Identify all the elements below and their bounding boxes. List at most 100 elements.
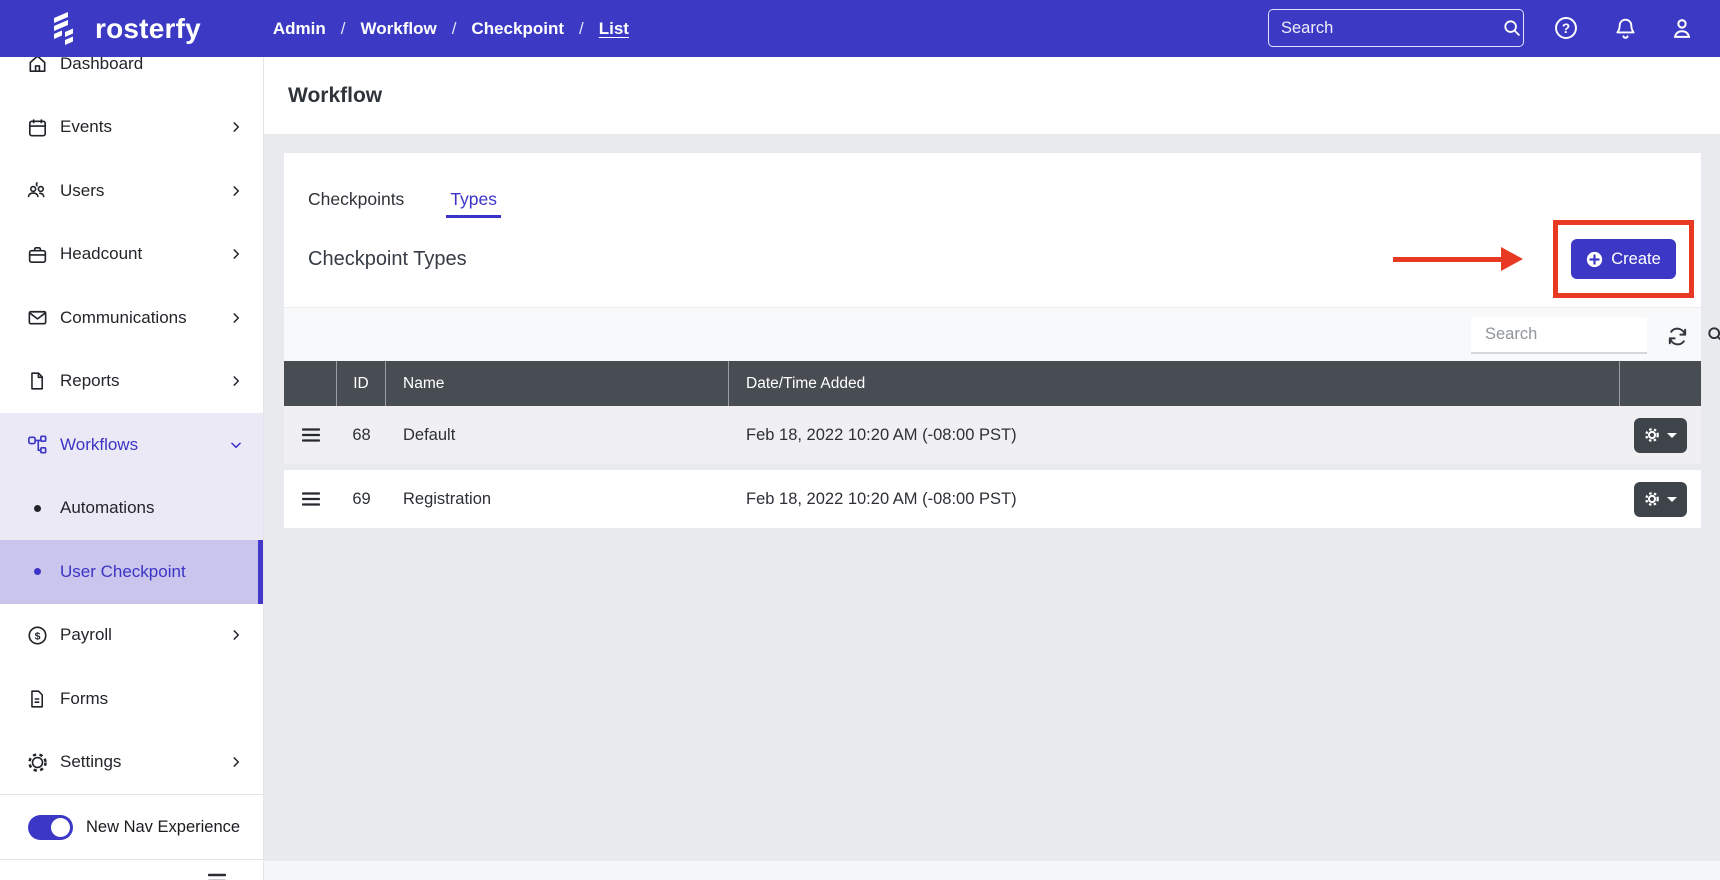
tab-checkpoints[interactable]: Checkpoints: [308, 189, 404, 210]
create-button-label: Create: [1611, 249, 1661, 268]
users-group-icon: [25, 179, 49, 203]
annotation-arrow: [1393, 245, 1523, 275]
gear-icon: [25, 750, 49, 774]
checkpoint-types-table: ID Name Date/Time Added 68 Default Feb 1…: [284, 361, 1701, 528]
table-row: 68 Default Feb 18, 2022 10:20 AM (-08:00…: [284, 406, 1701, 464]
sidebar-item-reports[interactable]: Reports: [0, 350, 263, 414]
breadcrumb-separator: /: [578, 18, 584, 38]
bullet-icon: [25, 496, 49, 520]
caret-down-icon: [1667, 496, 1677, 502]
cell-id: 68: [352, 425, 371, 444]
calendar-icon: [25, 115, 49, 139]
global-search-input[interactable]: [1281, 18, 1501, 38]
chevron-right-icon: [229, 374, 243, 388]
sidebar-item-label: Automations: [60, 498, 155, 518]
drag-handle-icon[interactable]: [301, 492, 320, 506]
breadcrumb-workflow[interactable]: Workflow: [361, 19, 437, 39]
breadcrumb-list[interactable]: List: [599, 19, 629, 39]
sidebar-item-label: Reports: [60, 371, 120, 391]
rosterfy-logo[interactable]: rosterfy: [52, 11, 201, 46]
new-nav-experience-row: New Nav Experience: [0, 794, 263, 860]
chevron-right-icon: [229, 184, 243, 198]
plus-circle-icon: [1586, 251, 1603, 268]
sidebar-item-settings[interactable]: Settings: [0, 731, 263, 795]
document-icon: [25, 369, 49, 393]
sidebar-item-workflows[interactable]: Workflows: [0, 413, 263, 477]
sidebar-item-communications[interactable]: Communications: [0, 286, 263, 350]
user-account-icon[interactable]: [1665, 11, 1699, 45]
gear-icon: [1644, 491, 1660, 507]
row-actions-button[interactable]: [1634, 481, 1687, 517]
breadcrumb-checkpoint[interactable]: Checkpoint: [471, 19, 564, 39]
column-header-name: Name: [386, 361, 729, 406]
workflow-panel: Checkpoints Types Checkpoint Types Creat…: [284, 153, 1720, 534]
sidebar-item-label: Users: [60, 180, 105, 200]
drag-handle-icon[interactable]: [301, 428, 320, 442]
chevron-right-icon: [229, 628, 243, 642]
sidebar-item-label: Forms: [60, 688, 109, 708]
tab-types[interactable]: Types: [446, 189, 501, 218]
cell-date-added: Feb 18, 2022 10:20 AM (-08:00 PST): [746, 425, 1017, 444]
breadcrumb-separator: /: [340, 18, 346, 38]
sidebar-item-payroll[interactable]: $ Payroll: [0, 604, 263, 668]
page-title: Workflow: [288, 83, 383, 107]
dollar-circle-icon: $: [25, 623, 49, 647]
refresh-icon[interactable]: [1664, 323, 1690, 349]
rosterfy-logo-icon: [52, 11, 82, 46]
annotation-highlight-box: Create: [1553, 220, 1694, 298]
column-header-date: Date/Time Added: [729, 361, 1620, 406]
sidebar-item-dashboard[interactable]: Dashboard: [0, 57, 263, 96]
global-search-box[interactable]: [1268, 9, 1524, 47]
chevron-right-icon: [229, 247, 243, 261]
caret-down-icon: [1667, 432, 1677, 438]
gear-icon: [1644, 427, 1660, 443]
cell-date-added: Feb 18, 2022 10:20 AM (-08:00 PST): [746, 489, 1017, 508]
envelope-icon: [25, 306, 49, 330]
checkpoint-types-section: Checkpoints Types Checkpoint Types Creat…: [284, 153, 1701, 307]
brand-name: rosterfy: [95, 12, 201, 44]
column-header-actions: [1620, 361, 1701, 406]
form-document-icon: [25, 687, 49, 711]
breadcrumb-admin[interactable]: Admin: [273, 19, 326, 39]
table-row: 69 Registration Feb 18, 2022 10:20 AM (-…: [284, 470, 1701, 528]
chevron-right-icon: [229, 120, 243, 134]
sidebar-item-label: User Checkpoint: [60, 561, 186, 581]
row-actions-button[interactable]: [1634, 417, 1687, 453]
top-navigation-bar: rosterfy Admin / Workflow / Checkpoint /…: [0, 0, 1720, 57]
sidebar-item-label: Payroll: [60, 625, 112, 645]
table-toolbar: [284, 307, 1720, 361]
toggle-label: New Nav Experience: [86, 817, 241, 836]
sidebar-item-label: Headcount: [60, 244, 143, 264]
search-icon: [1501, 17, 1523, 39]
bullet-icon: [25, 560, 49, 584]
sidebar-item-headcount[interactable]: Headcount: [0, 223, 263, 287]
table-search-box[interactable]: [1471, 317, 1720, 354]
sidebar-item-events[interactable]: Events: [0, 96, 263, 160]
collapse-menu-icon[interactable]: [208, 873, 226, 880]
new-nav-experience-toggle[interactable]: [28, 814, 73, 840]
column-header-drag: [284, 361, 337, 406]
sidebar-item-user-checkpoint[interactable]: User Checkpoint: [0, 540, 263, 604]
sidebar-item-users[interactable]: Users: [0, 159, 263, 223]
search-icon: [1705, 324, 1720, 345]
bell-icon[interactable]: [1608, 11, 1642, 45]
sidebar-item-forms[interactable]: Forms: [0, 667, 263, 731]
sidebar-item-label: Dashboard: [60, 57, 144, 73]
svg-text:?: ?: [1562, 21, 1570, 36]
chevron-down-icon: [229, 438, 243, 452]
chevron-right-icon: [229, 311, 243, 325]
section-title: Checkpoint Types: [308, 248, 467, 270]
home-icon: [25, 57, 49, 76]
chevron-right-icon: [229, 755, 243, 769]
table-header-row: ID Name Date/Time Added: [284, 361, 1701, 406]
cell-name: Registration: [403, 489, 492, 508]
briefcase-icon: [25, 242, 49, 266]
workflow-icon: [25, 433, 49, 457]
help-icon[interactable]: ?: [1549, 11, 1583, 45]
sidebar-item-label: Workflows: [60, 434, 139, 454]
sidebar-item-automations[interactable]: Automations: [0, 476, 263, 540]
page-header: Workflow: [264, 57, 1720, 134]
create-button[interactable]: Create: [1571, 239, 1676, 279]
sidebar-item-label: Settings: [60, 752, 122, 772]
sidebar-item-label: Events: [60, 117, 112, 137]
